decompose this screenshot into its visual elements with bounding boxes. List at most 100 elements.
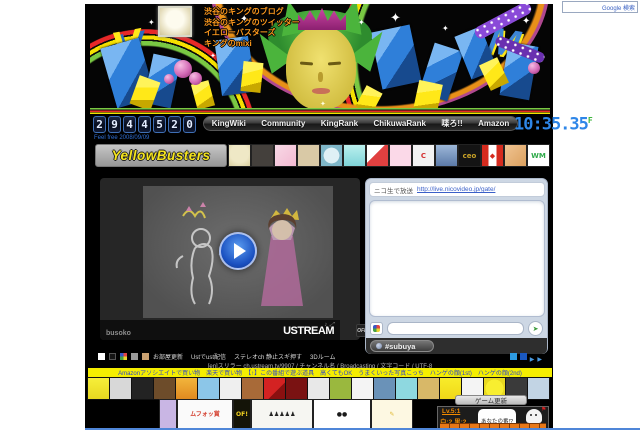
toolbar-link[interactable]: お部屋更新 xyxy=(153,352,183,361)
viewer-thumb[interactable] xyxy=(110,378,131,399)
viewer-thumb[interactable] xyxy=(374,378,395,399)
pink-orb xyxy=(189,72,202,85)
viewer-thumb[interactable] xyxy=(396,378,417,399)
tile-yellow-sketch[interactable]: ✎ xyxy=(372,400,412,428)
hashtag-button[interactable]: #subuya xyxy=(370,340,434,352)
player-control-bar: busoko USTREAM xyxy=(100,320,340,340)
yellowbusters-logo[interactable]: YellowBusters xyxy=(95,144,227,167)
viewer-thumb[interactable] xyxy=(132,378,153,399)
chat-input[interactable] xyxy=(387,322,524,335)
viewer-thumb[interactable] xyxy=(176,378,197,399)
counter-digit: 4 xyxy=(123,116,136,133)
member-thumb-canada-flag[interactable]: ◆ xyxy=(482,145,503,166)
swatch-white-icon[interactable] xyxy=(98,353,105,360)
viewer-thumb[interactable] xyxy=(528,378,549,399)
chat-message-area[interactable] xyxy=(369,200,545,317)
member-thumb-pale-face[interactable] xyxy=(229,145,250,166)
swatch-gray-icon[interactable] xyxy=(131,353,138,360)
nav-item[interactable]: Amazon xyxy=(478,119,509,128)
google-search-label: Google 検索 xyxy=(602,3,635,12)
game-update-label: ゲーム更新 xyxy=(475,395,507,405)
member-thumb-tan-chara[interactable] xyxy=(505,145,526,166)
viewer-thumb[interactable] xyxy=(308,378,329,399)
header-link[interactable]: イエローバスターズ xyxy=(204,28,300,38)
member-thumb-pink-chara[interactable] xyxy=(275,145,296,166)
pink-orb xyxy=(528,62,540,74)
king-avatar[interactable] xyxy=(158,6,192,37)
nav-item[interactable]: KingWiki xyxy=(212,119,246,128)
viewer-thumb[interactable] xyxy=(352,378,373,399)
viewer-thumb[interactable] xyxy=(286,378,307,399)
toolbar-link[interactable]: 3Dルーム xyxy=(310,352,336,361)
viewer-thumb[interactable] xyxy=(242,378,263,399)
member-thumb-ceo[interactable]: ceo xyxy=(459,145,480,166)
fullscreen-icon[interactable] xyxy=(329,322,336,328)
affiliate-links-text[interactable]: Amazonアソシエイトで買い物 楽天で買い物 【↑】この番組で遊ぶ道具 高くて… xyxy=(118,368,522,377)
viewer-thumb[interactable] xyxy=(418,378,439,399)
header-links: 渋谷のキングのブログ渋谷のキングのツイッターイエローバスターズキングのmixi xyxy=(204,7,300,48)
viewer-thumb[interactable] xyxy=(220,378,241,399)
send-button[interactable] xyxy=(528,321,543,336)
main-nav: KingWiki Community KingRank ChikuwaRank 喋ろ!!… xyxy=(203,116,518,131)
sparkle-icon xyxy=(358,18,365,27)
header-link[interactable]: キングのmixi xyxy=(204,39,300,49)
member-thumb-blue-circle-logo[interactable] xyxy=(321,145,342,166)
nav-item[interactable]: KingRank xyxy=(321,119,358,128)
viewer-thumb[interactable] xyxy=(154,378,175,399)
chat-header: ニコ生で放送 http://live.nicovideo.jp/gate/ xyxy=(369,182,545,197)
game-update-button[interactable]: ゲーム更新 xyxy=(455,395,527,405)
flag-icon xyxy=(541,406,546,413)
member-thumb-beige-anime[interactable] xyxy=(298,145,319,166)
emoji-picker-button[interactable] xyxy=(370,322,383,335)
tile-bobhair-comic[interactable]: ●● xyxy=(314,400,370,428)
member-thumb-wm[interactable]: WM xyxy=(528,145,549,166)
game-level: Lv.5:1 xyxy=(442,408,460,415)
darkblue-icon[interactable] xyxy=(520,353,527,360)
chat-header-label: ニコ生で放送 xyxy=(374,185,413,195)
toolbar-link[interactable]: Ustでust配信 xyxy=(191,352,226,361)
swatch-tan-icon[interactable] xyxy=(142,353,149,360)
viewer-thumb[interactable] xyxy=(88,378,109,399)
nav-item[interactable]: Community xyxy=(261,119,305,128)
visitor-counter: 2944520 xyxy=(93,116,196,133)
page-column: 渋谷のキングのブログ渋谷のキングのツイッターイエローバスターズキングのmixi … xyxy=(85,4,553,429)
member-thumb-yellow-hair[interactable] xyxy=(390,145,411,166)
play-button[interactable] xyxy=(219,232,257,270)
swatch-color-icon[interactable] xyxy=(120,353,127,360)
tile-of[interactable]: OF! xyxy=(234,400,250,428)
nav-item[interactable]: ChikuwaRank xyxy=(373,119,425,128)
viewer-thumb[interactable] xyxy=(198,378,219,399)
face-nose xyxy=(318,72,323,82)
thumb-glyph: WM xyxy=(531,152,546,160)
play-icon xyxy=(234,243,246,259)
video-area[interactable] xyxy=(143,186,333,318)
member-thumb-portrait[interactable] xyxy=(436,145,457,166)
viewer-thumb[interactable] xyxy=(264,378,285,399)
member-thumb-red-c[interactable]: C xyxy=(413,145,434,166)
swatch-black-icon[interactable] xyxy=(109,353,116,360)
tile-glyph: ●● xyxy=(337,411,347,418)
toolbar-link[interactable]: ステレオch 静止スギ押す xyxy=(234,352,302,361)
tile-band-photo[interactable]: ♟♟♟♟♟ xyxy=(252,400,312,428)
counter-digit: 2 xyxy=(93,116,106,133)
nav-item[interactable]: 喋ろ!! xyxy=(441,118,462,129)
header-link[interactable]: 渋谷のキングのブログ xyxy=(204,7,300,17)
tile-sunglasses-award[interactable]: ムフォッ賞 xyxy=(178,400,232,428)
player-icons xyxy=(324,322,336,329)
header-link[interactable]: 渋谷のキングのツイッター xyxy=(204,18,300,28)
reversi-game-panel[interactable]: Lv.5:1 白:2 黒:2 あなたの番!? xyxy=(437,406,549,429)
tile-glyph: ♟♟♟♟♟ xyxy=(269,411,296,418)
tile-purple[interactable] xyxy=(160,400,176,428)
blue-icon[interactable] xyxy=(510,353,517,360)
member-thumb-miku[interactable] xyxy=(344,145,365,166)
counter-digit: 4 xyxy=(138,116,151,133)
google-search-widget[interactable]: Google 検索 xyxy=(562,1,638,13)
member-thumb-dark-photo[interactable] xyxy=(252,145,273,166)
counter-caption: Feel free 2008/09/09 xyxy=(94,135,149,141)
toolbar-strip: お部屋更新 Ustでust配信ステレオch 静止スギ押す 3Dルーム xyxy=(88,352,552,361)
viewer-thumb[interactable] xyxy=(330,378,351,399)
member-thumb-red-art[interactable] xyxy=(367,145,388,166)
sparkle-icon xyxy=(148,18,155,27)
nicovideo-link[interactable]: http://live.nicovideo.jp/gate/ xyxy=(417,186,495,193)
counter-digit: 0 xyxy=(183,116,196,133)
